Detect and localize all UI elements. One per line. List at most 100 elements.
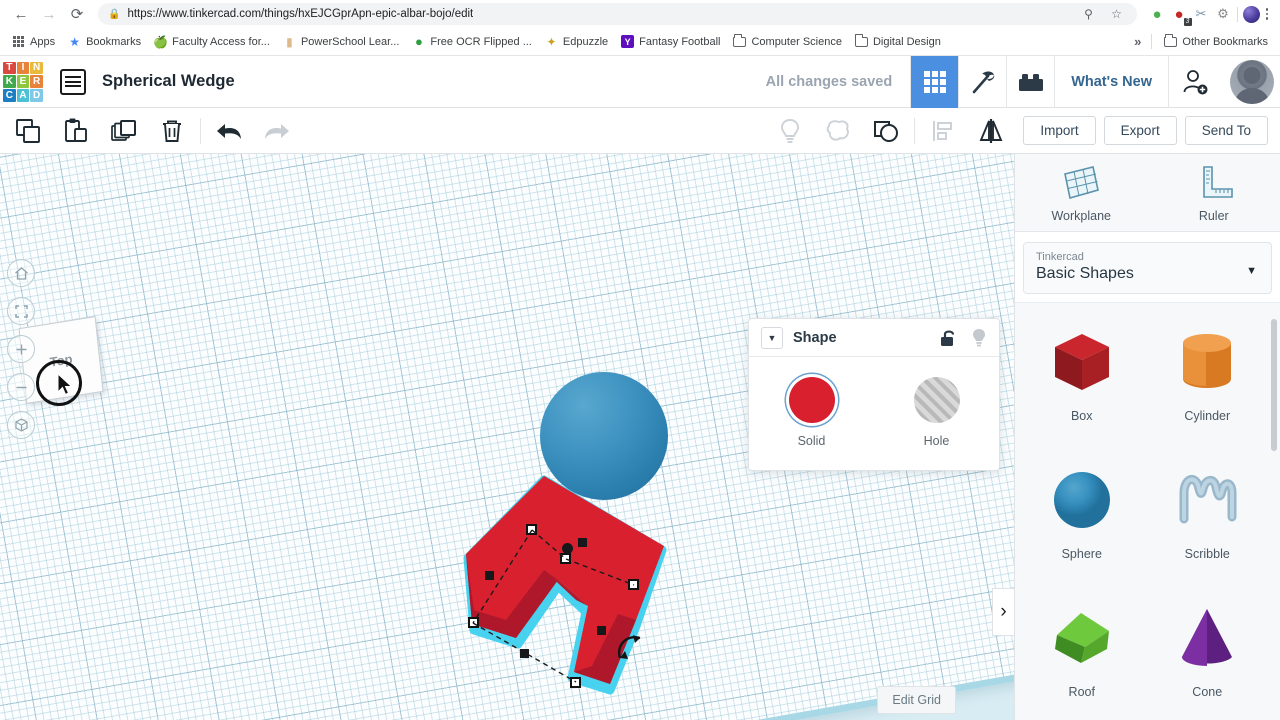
shape-cylinder[interactable]: Cylinder bbox=[1144, 309, 1270, 447]
hole-option[interactable]: Hole bbox=[874, 377, 999, 448]
redo-arrow-icon bbox=[265, 123, 289, 139]
ungroup-button[interactable] bbox=[862, 108, 910, 154]
blocks-view-button[interactable] bbox=[910, 55, 959, 108]
home-icon bbox=[14, 266, 28, 280]
shape-library-grid[interactable]: Box Cylinder Sphere Scribble Roof Cone bbox=[1015, 302, 1280, 720]
duplicate-button[interactable] bbox=[100, 108, 148, 154]
bookmark-label: Other Bookmarks bbox=[1182, 35, 1268, 48]
bookmark-label: Computer Science bbox=[751, 35, 842, 48]
undo-button[interactable] bbox=[205, 108, 253, 154]
apple-icon: 🍏 bbox=[153, 34, 169, 49]
solid-option[interactable]: Solid bbox=[749, 377, 874, 448]
panel-collapse-button[interactable]: › bbox=[992, 588, 1014, 636]
solid-swatch[interactable] bbox=[788, 377, 835, 423]
note-button[interactable] bbox=[766, 108, 814, 154]
delete-button[interactable] bbox=[148, 108, 196, 154]
bookmarks-overflow-button[interactable]: » bbox=[1130, 34, 1145, 49]
shape-library-scrollbar[interactable] bbox=[1271, 319, 1277, 451]
perspective-toggle-button[interactable] bbox=[7, 411, 35, 439]
logo-tile-k: K bbox=[3, 75, 16, 88]
bookmark-fantasy-football[interactable]: Y Fantasy Football bbox=[615, 32, 726, 51]
zoom-out-button[interactable] bbox=[7, 373, 35, 401]
bookmark-folder-computer-science[interactable]: Computer Science bbox=[727, 32, 848, 51]
profile-avatar[interactable] bbox=[1242, 5, 1260, 23]
star-icon[interactable]: ☆ bbox=[1107, 4, 1127, 24]
chevron-down-icon[interactable]: ▼ bbox=[1246, 265, 1257, 277]
document-list-icon[interactable] bbox=[60, 68, 86, 95]
reload-icon[interactable]: ⟳ bbox=[64, 1, 90, 27]
redo-button[interactable] bbox=[253, 108, 301, 154]
edit-grid-button[interactable]: Edit Grid bbox=[877, 686, 956, 714]
bookmark-label: Free OCR Flipped ... bbox=[430, 35, 532, 48]
zoom-in-button[interactable] bbox=[7, 335, 35, 363]
bookmark-folder-digital-design[interactable]: Digital Design bbox=[849, 32, 947, 51]
search-icon[interactable]: ⚲ bbox=[1079, 4, 1099, 24]
back-arrow-icon[interactable]: ← bbox=[8, 1, 34, 27]
bookmark-bookmarks[interactable]: ★ Bookmarks bbox=[62, 32, 147, 51]
add-person-button[interactable] bbox=[1168, 55, 1220, 108]
forward-arrow-icon[interactable]: → bbox=[36, 1, 62, 27]
minecraft-button[interactable] bbox=[958, 55, 1006, 108]
extensions-area: ● ● 3 ✂ ⚙ bbox=[1145, 6, 1232, 26]
bookmark-apps[interactable]: Apps bbox=[6, 32, 61, 51]
wedge-object[interactable] bbox=[440, 454, 700, 714]
copy-button[interactable] bbox=[4, 108, 52, 154]
bookmark-free-ocr[interactable]: ● Free OCR Flipped ... bbox=[406, 32, 537, 51]
whats-new-button[interactable]: What's New bbox=[1054, 55, 1168, 108]
shape-roof[interactable]: Roof bbox=[1019, 585, 1145, 720]
ruler-tool[interactable]: Ruler bbox=[1148, 154, 1280, 231]
bookmark-edpuzzle[interactable]: ✦ Edpuzzle bbox=[539, 32, 614, 51]
edpuzzle-icon: ✦ bbox=[546, 34, 557, 49]
shape-sphere[interactable]: Sphere bbox=[1019, 447, 1145, 585]
lightbulb-icon bbox=[781, 118, 800, 143]
import-button[interactable]: Import bbox=[1023, 116, 1096, 145]
scissors-extension-icon[interactable]: ✂ bbox=[1193, 6, 1210, 23]
duplicate-icon bbox=[111, 119, 136, 141]
lego-button[interactable] bbox=[1006, 55, 1054, 108]
paste-button[interactable] bbox=[52, 108, 100, 154]
export-button[interactable]: Export bbox=[1103, 116, 1177, 145]
shape-panel-title: Shape bbox=[793, 329, 837, 346]
unlocked-padlock-icon[interactable] bbox=[939, 328, 957, 348]
group-button[interactable] bbox=[814, 108, 862, 154]
lightbulb-icon[interactable] bbox=[971, 327, 987, 349]
evernote-extension-icon[interactable]: ● bbox=[1149, 6, 1166, 23]
solid-label: Solid bbox=[797, 434, 826, 448]
logo-tile-n: N bbox=[30, 61, 43, 75]
send-to-button[interactable]: Send To bbox=[1184, 116, 1268, 145]
align-button[interactable] bbox=[919, 108, 967, 154]
library-selector-wrap: Tinkercad Basic Shapes ▼ bbox=[1015, 232, 1280, 302]
ungroup-icon bbox=[874, 120, 899, 142]
shape-cone[interactable]: Cone bbox=[1144, 585, 1270, 720]
add-person-icon bbox=[1183, 69, 1207, 94]
chevron-down-icon[interactable]: ▼ bbox=[761, 326, 783, 349]
bookmark-label: Apps bbox=[30, 35, 56, 48]
adblock-extension-icon[interactable]: ● 3 bbox=[1171, 6, 1192, 26]
avatar[interactable] bbox=[1230, 59, 1274, 104]
hole-label: Hole bbox=[923, 434, 950, 448]
shape-scribble[interactable]: Scribble bbox=[1144, 447, 1270, 585]
shape-label: Scribble bbox=[1184, 547, 1230, 561]
shape-label: Roof bbox=[1068, 685, 1095, 699]
box-icon bbox=[1045, 325, 1119, 399]
star-icon: ★ bbox=[69, 34, 80, 49]
address-bar[interactable]: 🔒 https://www.tinkercad.com/things/hxEJC… bbox=[98, 3, 1137, 25]
library-selector[interactable]: Tinkercad Basic Shapes ▼ bbox=[1023, 242, 1272, 294]
fit-to-view-button[interactable] bbox=[7, 297, 35, 325]
library-selected-value: Basic Shapes bbox=[1036, 265, 1134, 282]
bookmark-faculty-access[interactable]: 🍏 Faculty Access for... bbox=[148, 32, 276, 51]
shape-panel-body: Solid Hole bbox=[749, 357, 999, 470]
hole-swatch[interactable] bbox=[913, 377, 960, 423]
shape-box[interactable]: Box bbox=[1019, 309, 1145, 447]
workplane-tool[interactable]: Workplane bbox=[1015, 154, 1148, 231]
tinkercad-logo[interactable]: TIN KER CAD bbox=[0, 59, 46, 105]
film-reel-extension-icon[interactable]: ⚙ bbox=[1215, 6, 1232, 23]
bookmark-other-bookmarks[interactable]: Other Bookmarks bbox=[1158, 32, 1274, 51]
mirror-icon bbox=[979, 118, 1003, 143]
bookmark-powerschool[interactable]: ▮ PowerSchool Lear... bbox=[277, 32, 405, 51]
bookmarks-bar: Apps ★ Bookmarks 🍏 Faculty Access for...… bbox=[0, 28, 1280, 56]
plus-icon bbox=[16, 344, 26, 354]
mirror-button[interactable] bbox=[967, 108, 1015, 154]
home-view-button[interactable] bbox=[7, 259, 35, 287]
chrome-menu-icon[interactable] bbox=[1262, 8, 1273, 20]
